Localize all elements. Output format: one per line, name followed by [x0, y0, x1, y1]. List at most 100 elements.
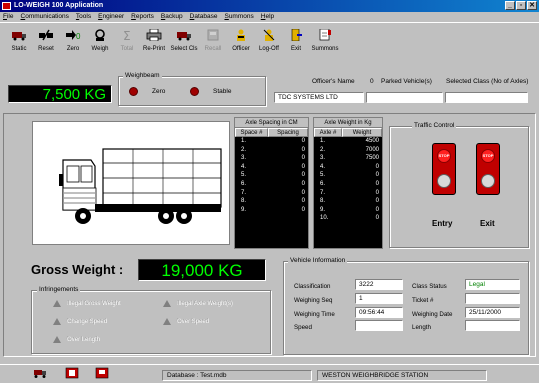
illegal-axle-weight-indicator: Illegal Axle Weight(s) [177, 301, 233, 307]
spacing-value: 0 [301, 206, 305, 213]
parked-count: 0 [370, 78, 374, 85]
weigh-label: Weigh [91, 46, 109, 52]
logoff-button[interactable]: Log-Off [255, 27, 283, 55]
axle-weight-value: 4500 [365, 138, 379, 144]
total-label: Total [120, 46, 134, 52]
weighing-time-field[interactable]: 09:56:44 [355, 307, 403, 318]
selected-class-field[interactable] [445, 92, 528, 103]
table-row: 7. 0 [235, 189, 308, 198]
static-button[interactable]: Static [5, 27, 33, 55]
close-button[interactable]: ✕ [527, 1, 537, 10]
menu-database[interactable]: Database [190, 12, 218, 22]
printer-status-icon [95, 367, 109, 379]
reset-button[interactable]: Reset [32, 27, 60, 55]
logoff-icon [263, 29, 275, 41]
weighing-date-label: Weighing Date [412, 311, 453, 318]
reset-icon [39, 29, 53, 41]
traffic-control-group [389, 126, 529, 248]
recall-label: Recall [204, 46, 222, 52]
space-number: 1. [241, 138, 247, 144]
entry-traffic-light[interactable]: STOP [432, 143, 456, 195]
menu-bar: File Communications Tools Engineer Repor… [0, 12, 539, 22]
table-row: 2. 7000 [314, 146, 382, 155]
space-number: 7. [241, 189, 247, 196]
axle-weight-value: 0 [375, 198, 379, 205]
weighing-date-field[interactable]: 25/11/2000 [465, 307, 520, 318]
weigh-button[interactable]: Weigh [86, 27, 114, 55]
table-row: 5. 0 [314, 171, 382, 180]
weighing-time-label: Weighing Time [294, 311, 335, 318]
warning-icon [53, 336, 61, 343]
toolbar: Static Reset 0 Zero Weigh Σ Total Re-Pri… [0, 22, 539, 70]
table-row: 7. 0 [314, 189, 382, 198]
exit-label: Exit [480, 219, 495, 228]
minimize-button[interactable]: _ [505, 1, 515, 10]
axle-number: 7. [320, 189, 326, 196]
spacing-value: 0 [301, 172, 305, 179]
axle-number: 1. [320, 138, 326, 144]
select-class-label: Select Cls [170, 46, 198, 52]
exit-traffic-light[interactable]: STOP [476, 143, 500, 195]
officer-label: Officer [232, 46, 250, 52]
space-number: 3. [241, 155, 247, 162]
total-button[interactable]: Σ Total [113, 27, 141, 55]
axle-weight-value: 7500 [365, 155, 379, 162]
menu-communications[interactable]: Communications [21, 12, 69, 22]
app-icon [2, 2, 11, 10]
menu-help[interactable]: Help [261, 12, 274, 22]
parked-vehicles-field[interactable] [366, 92, 443, 103]
spacing-value: 0 [301, 163, 305, 170]
entry-label: Entry [432, 219, 453, 228]
menu-backup[interactable]: Backup [161, 12, 183, 22]
menu-tools[interactable]: Tools [76, 12, 91, 22]
summons-button[interactable]: Summons [311, 27, 339, 55]
axle-number: 4. [320, 163, 326, 170]
menu-engineer[interactable]: Engineer [98, 12, 124, 22]
axle-number: 9. [320, 206, 326, 213]
axle-spacing-table: Axle Spacing in CM Space # Spacing 1. 0 2… [234, 117, 309, 249]
gross-weight-display: 19,000 KG [138, 259, 266, 281]
speed-field[interactable] [355, 320, 403, 331]
title-bar: LO-WEIGH 100 Application _ ▫ ✕ [0, 0, 539, 12]
entry-go-lamp [437, 174, 451, 188]
warning-icon [53, 300, 61, 307]
menu-reports[interactable]: Reports [131, 12, 154, 22]
menu-summons[interactable]: Summons [224, 12, 253, 22]
officer-button[interactable]: Officer [227, 27, 255, 55]
table-row: 5. 0 [235, 171, 308, 180]
space-number: 2. [241, 146, 247, 153]
classification-field[interactable]: 3222 [355, 279, 403, 290]
recall-button[interactable]: Recall [199, 27, 227, 55]
ticket-field[interactable] [465, 293, 520, 304]
length-field[interactable] [465, 320, 520, 331]
weighing-seq-field[interactable]: 1 [355, 293, 403, 304]
table-row: 1. 4500 [314, 137, 382, 146]
officer-icon [237, 29, 245, 41]
reprint-button[interactable]: Re-Print [140, 27, 168, 55]
zero-button[interactable]: 0 Zero [59, 27, 87, 55]
weigh-icon [95, 29, 105, 41]
zero-indicator-label: Zero [152, 88, 166, 95]
truck-select-icon [177, 32, 191, 41]
speed-label: Speed [294, 324, 312, 331]
axle-number: 3. [320, 155, 326, 162]
spacing-value: 0 [301, 180, 305, 187]
exit-button[interactable]: Exit [282, 27, 310, 55]
database-status: Database : Test.mdb [162, 370, 312, 381]
maximize-button[interactable]: ▫ [516, 1, 526, 10]
table-row: 8. 0 [235, 197, 308, 206]
officer-name-field[interactable]: TDC SYSTEMS LTD [274, 92, 364, 103]
axle-number: 8. [320, 198, 326, 205]
class-status-field[interactable]: Legal [465, 279, 520, 290]
menu-file[interactable]: File [3, 12, 14, 22]
change-speed-indicator: Change Speed [67, 319, 108, 325]
selected-class-label: Selected Class (No of Axles) [446, 78, 529, 85]
axle-weight-value: 7000 [365, 146, 379, 153]
select-class-button[interactable]: Select Cls [170, 27, 198, 55]
logoff-label: Log-Off [259, 46, 279, 52]
space-column-header: Space # [235, 128, 268, 137]
over-speed-indicator: Over Speed [177, 319, 210, 325]
summons-label: Summons [311, 46, 339, 52]
table-row: 9. 0 [235, 206, 308, 215]
traffic-control-label: Traffic Control [412, 122, 457, 129]
